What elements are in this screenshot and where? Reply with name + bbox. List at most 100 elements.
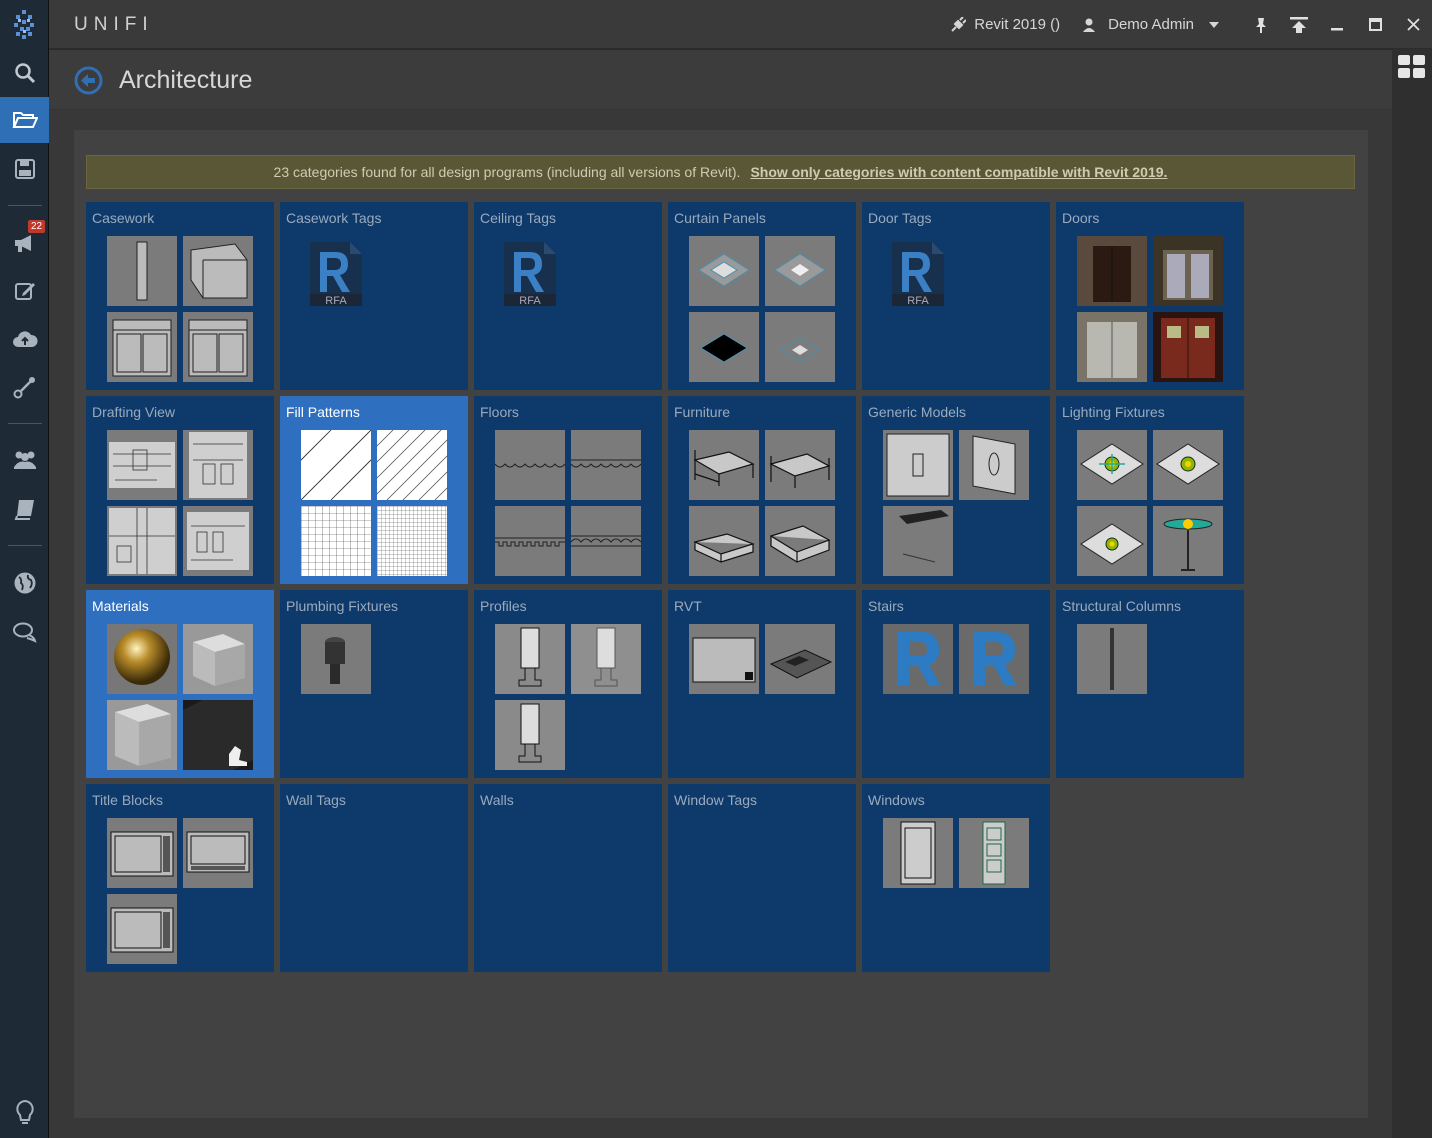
category-tile-plumbing-fixtures[interactable]: Plumbing Fixtures [280,590,468,778]
thumb-image [107,236,177,306]
rfa-file-icon: RFA [888,240,946,307]
maximize-icon [1368,18,1382,31]
user-icon [1083,18,1096,32]
thumb-image [689,236,759,306]
category-tile-door-tags[interactable]: Door Tags RFA [862,202,1050,390]
revit-version-label: Revit 2019 () [974,16,1061,33]
rfa-label: RFA [519,295,541,307]
thumb-image [495,700,565,770]
category-tile-materials[interactable]: Materials [86,590,274,778]
cloud-upload-nav-icon[interactable] [0,316,49,362]
book-nav-icon[interactable] [0,486,49,532]
thumb-image [765,236,835,306]
globe-nav-icon[interactable] [0,560,49,606]
tile-label: Plumbing Fixtures [286,598,399,614]
rfa-label: RFA [325,295,347,307]
left-nav: 22 [0,0,49,1138]
tile-label: Generic Models [868,404,967,420]
thumb-image [495,506,565,576]
category-tile-windows[interactable]: Windows [862,784,1050,972]
users-nav-icon[interactable] [0,437,49,483]
page-title: Architecture [119,66,253,94]
grid-view-icon[interactable] [1398,55,1426,84]
tile-label: Casework [92,210,155,226]
pin-icon [1256,17,1266,33]
app-logo-icon[interactable] [0,0,49,49]
thumb-image [1077,312,1147,382]
thumb-image [689,430,759,500]
thumb-image [1153,506,1223,576]
tile-label: Furniture [674,404,731,420]
revit-version-selector[interactable]: Revit 2019 () [950,16,1060,33]
pin-button[interactable] [1242,0,1280,49]
brand-name: UNIFI [74,14,154,35]
lightbulb-nav-icon[interactable] [0,1090,49,1136]
chat-nav-icon[interactable] [0,609,49,655]
minimize-button[interactable] [1318,0,1356,49]
notice-text: 23 categories found for all design progr… [273,164,741,180]
category-tile-generic-models[interactable]: Generic Models [862,396,1050,584]
category-tile-ceiling-tags[interactable]: Ceiling Tags RFA [474,202,662,390]
category-tile-furniture[interactable]: Furniture [668,396,856,584]
tile-label: Curtain Panels [674,210,766,226]
back-button[interactable] [74,66,103,100]
thumb-image [183,236,253,306]
thumb-image [183,624,253,694]
rfa-label: RFA [907,295,929,307]
category-tile-rvt[interactable]: RVT [668,590,856,778]
category-tile-structural-columns[interactable]: Structural Columns [1056,590,1244,778]
category-tile-title-blocks[interactable]: Title Blocks [86,784,274,972]
save-nav-icon[interactable] [0,146,49,192]
category-tile-walls[interactable]: Walls [474,784,662,972]
thumb-image [571,624,641,694]
tile-label: Stairs [868,598,904,614]
category-tile-casework-tags[interactable]: Casework Tags RFA [280,202,468,390]
tile-label: Fill Patterns [286,404,360,420]
maximize-button[interactable] [1356,0,1394,49]
category-tile-window-tags[interactable]: Window Tags [668,784,856,972]
tile-label: Casework Tags [286,210,382,226]
compatible-filter-link[interactable]: Show only categories with content compat… [750,164,1167,180]
thumb-image [301,506,371,576]
minimize-icon [1331,27,1343,30]
tile-label: Doors [1062,210,1100,226]
category-tile-stairs[interactable]: Stairs [862,590,1050,778]
search-nav-icon[interactable] [0,50,49,96]
tile-label: Title Blocks [92,792,164,808]
edit-nav-icon[interactable] [0,268,49,314]
close-button[interactable] [1394,0,1432,49]
thumb-image [301,430,371,500]
category-tile-fill-patterns[interactable]: Fill Patterns [280,396,468,584]
thumb-image [883,430,953,500]
category-tile-profiles[interactable]: Profiles [474,590,662,778]
tile-label: Door Tags [868,210,932,226]
thumb-image [765,506,835,576]
right-rail [1392,49,1432,1138]
thumb-image [107,430,177,500]
category-tile-wall-tags[interactable]: Wall Tags [280,784,468,972]
category-tile-casework[interactable]: Casework [86,202,274,390]
tile-label: RVT [674,598,702,614]
thumb-image [1077,236,1147,306]
category-tile-floors[interactable]: Floors [474,396,662,584]
category-tile-curtain-panels[interactable]: Curtain Panels [668,202,856,390]
thumb-image [107,818,177,888]
thumb-image [495,430,565,500]
top-bar: UNIFI Revit 2019 () Demo Admin [49,0,1432,49]
tile-label: Wall Tags [286,792,346,808]
thumb-image [1077,624,1147,694]
tile-label: Window Tags [674,792,758,808]
user-menu[interactable]: Demo Admin [1082,16,1220,33]
back-arrow-icon [74,66,103,95]
connector-nav-icon[interactable] [0,364,49,410]
thumb-image [689,624,759,694]
thumb-image [689,506,759,576]
folder-open-nav-icon[interactable] [0,97,49,143]
category-tile-drafting-view[interactable]: Drafting View [86,396,274,584]
thumb-image [183,430,253,500]
always-on-top-button[interactable] [1280,0,1318,49]
compatibility-notice: 23 categories found for all design progr… [86,155,1355,189]
category-tile-doors[interactable]: Doors [1056,202,1244,390]
category-tile-lighting-fixtures[interactable]: Lighting Fixtures [1056,396,1244,584]
thumb-image [1077,506,1147,576]
